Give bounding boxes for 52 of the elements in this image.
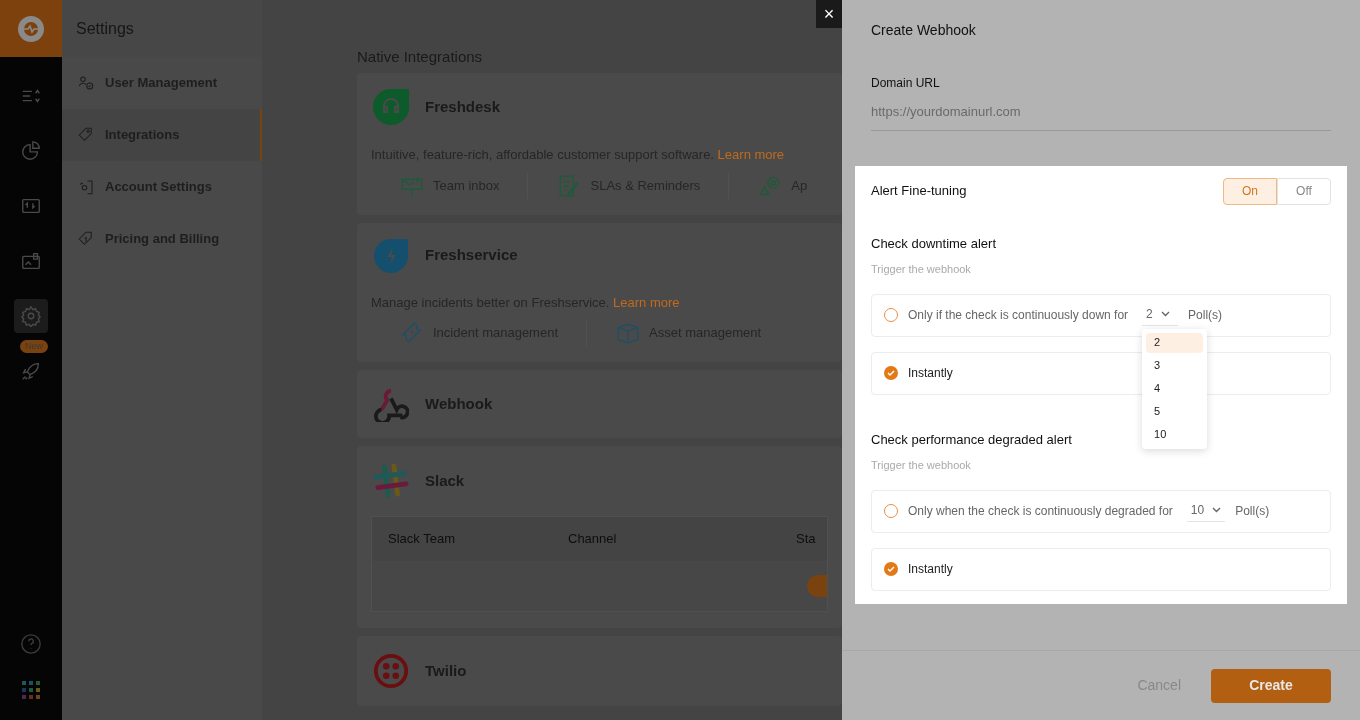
radio-option[interactable]: Only when the check is continuously degraded for 10 Poll(s) bbox=[871, 489, 1331, 533]
section-heading: Check downtime alert bbox=[871, 234, 996, 253]
poll-select[interactable]: 2 bbox=[1142, 304, 1179, 326]
pulse-logo-icon bbox=[17, 14, 45, 43]
close-button[interactable]: × bbox=[816, 0, 842, 28]
option-text: Only when the check is continuously degraded for bbox=[908, 503, 1173, 520]
checkmark-icon bbox=[887, 369, 895, 377]
webhook-logo-icon bbox=[373, 386, 409, 422]
card-title: Alert Fine-tuning bbox=[871, 182, 967, 201]
radio-button[interactable] bbox=[884, 366, 898, 380]
section-heading: Check performance degraded alert bbox=[871, 430, 1072, 449]
option-text: Instantly bbox=[908, 561, 953, 578]
create-button[interactable]: Create bbox=[1211, 668, 1331, 703]
url-input[interactable]: https://yourdomainurl.com bbox=[871, 102, 1331, 131]
panel-title: Create Webhook bbox=[871, 21, 977, 40]
user-check-icon bbox=[77, 74, 95, 92]
circle-dots-logo-icon bbox=[373, 652, 409, 690]
app-logo[interactable] bbox=[0, 0, 62, 57]
option-text: Instantly bbox=[908, 365, 953, 382]
section-subtitle: Trigger the webhook bbox=[871, 262, 972, 277]
chevron-down-icon bbox=[1212, 506, 1222, 513]
headset-logo-icon bbox=[373, 89, 409, 125]
rail-button[interactable] bbox=[19, 678, 43, 702]
help-icon bbox=[20, 633, 42, 655]
rail-button[interactable] bbox=[19, 632, 43, 656]
apps-grid-icon bbox=[22, 681, 40, 699]
toggle-option[interactable]: Off bbox=[1277, 177, 1331, 205]
lightning-logo-icon bbox=[374, 238, 408, 273]
rail-button[interactable] bbox=[14, 299, 48, 333]
radio-button[interactable] bbox=[884, 562, 898, 576]
new-badge: New bbox=[20, 340, 48, 353]
dropdown-option[interactable]: 10 bbox=[1146, 424, 1204, 445]
checkmark-icon bbox=[887, 565, 895, 573]
pie-chart-icon bbox=[20, 140, 42, 162]
id-card-icon bbox=[20, 250, 42, 272]
field-label: Domain URL bbox=[871, 75, 941, 92]
chevron-down-icon bbox=[1160, 310, 1170, 317]
hash-logo-icon bbox=[373, 462, 409, 500]
dropdown-option[interactable]: 5 bbox=[1146, 401, 1204, 422]
unit-label: Poll(s) bbox=[1188, 307, 1223, 324]
dropdown-option[interactable]: 2 bbox=[1146, 332, 1204, 353]
settings-icon bbox=[20, 305, 42, 327]
section-subtitle: Trigger the webhook bbox=[871, 458, 972, 473]
radio-option[interactable]: Instantly bbox=[871, 547, 1331, 591]
poll-select[interactable]: 10 bbox=[1186, 500, 1226, 522]
tag-icon bbox=[77, 126, 95, 144]
rocket-icon bbox=[20, 360, 42, 382]
dropdown-option[interactable]: 3 bbox=[1146, 355, 1204, 376]
unit-label: Poll(s) bbox=[1235, 503, 1270, 520]
toggle-switch[interactable] bbox=[807, 575, 827, 597]
price-tag-icon bbox=[77, 230, 95, 248]
option-text: Only if the check is continuously down for bbox=[908, 307, 1129, 324]
